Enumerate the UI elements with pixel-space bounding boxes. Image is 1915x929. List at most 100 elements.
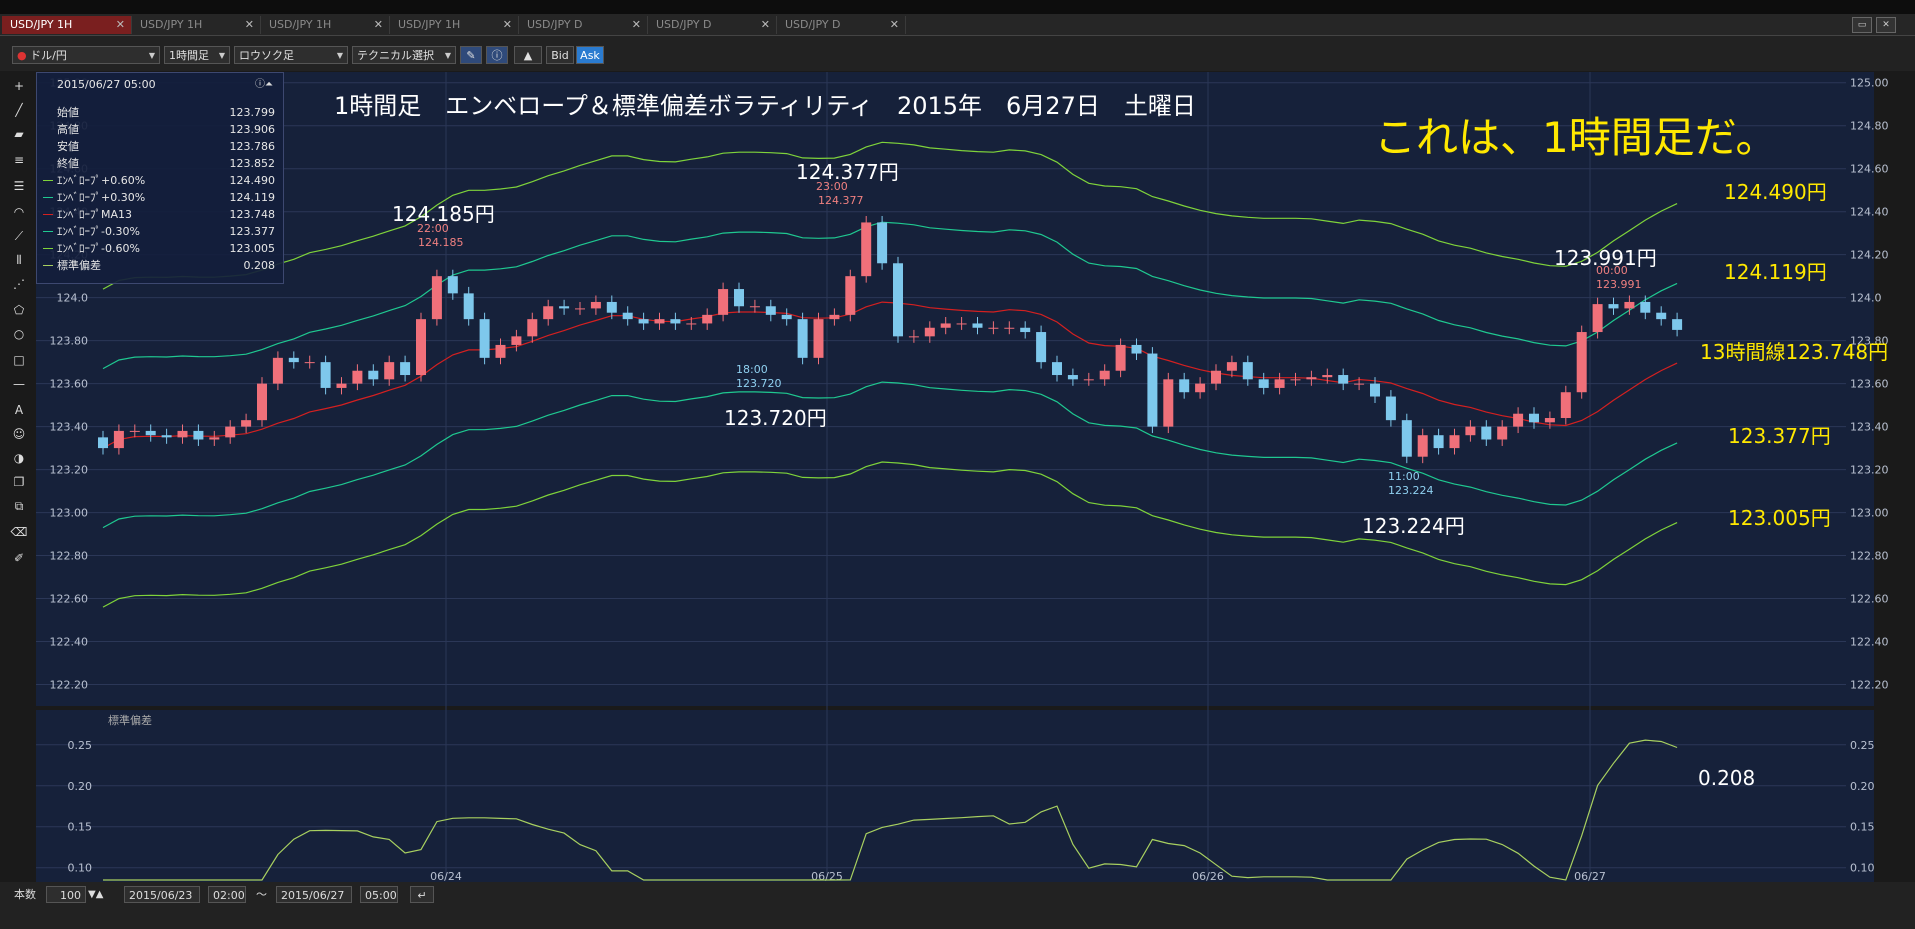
candle-body — [797, 319, 808, 358]
candle-body — [702, 314, 713, 324]
candle-body — [1004, 327, 1015, 329]
candle-body — [988, 327, 999, 329]
from-date-input[interactable]: 2015/06/23 — [124, 886, 200, 903]
candle-body — [1083, 379, 1094, 381]
y-tick-label-right: 124.40 — [1850, 206, 1889, 219]
info-value: 0.208 — [243, 259, 276, 272]
sub-y-tick-left: 0.20 — [68, 780, 93, 793]
reload-icon[interactable]: ↵ — [410, 886, 434, 903]
info-value: 123.799 — [229, 106, 276, 119]
env-upper2-label: 124.490円 — [1724, 180, 1827, 204]
info-row: ｴﾝﾍﾞﾛｰﾌﾟ-0.60% 123.005 — [37, 241, 283, 257]
candle-body — [1497, 426, 1508, 440]
candle-body — [225, 426, 236, 438]
candle-body — [1465, 426, 1476, 436]
y-tick-label-right: 123.20 — [1850, 464, 1889, 477]
candle-body — [431, 276, 442, 320]
legend-swatch — [43, 197, 53, 198]
count-input[interactable]: 100 — [46, 886, 86, 903]
y-tick-label-left: 122.40 — [50, 636, 89, 649]
candle-body — [813, 319, 824, 358]
candle-body — [622, 312, 633, 320]
ma13-label: 13時間線123.748円 — [1700, 340, 1889, 364]
candle-body — [1576, 332, 1587, 393]
candle-body — [670, 319, 681, 324]
y-tick-label-left: 123.40 — [50, 421, 89, 434]
candle-body — [575, 308, 585, 310]
info-label: 高値 — [57, 123, 79, 136]
y-tick-label-left: 122.20 — [50, 679, 89, 692]
y-tick-label-right: 125.00 — [1850, 77, 1889, 90]
sub-y-tick-left: 0.15 — [68, 821, 93, 834]
candle-body — [1401, 420, 1412, 457]
candle-body — [1163, 379, 1174, 427]
candle-body — [1020, 327, 1031, 333]
info-value: 123.377 — [229, 225, 276, 238]
candle-body — [1036, 332, 1047, 363]
info-datetime: 2015/06/27 05:00 — [57, 78, 156, 91]
candle-body — [1481, 426, 1492, 440]
info-value: 123.005 — [229, 242, 276, 255]
candle-body — [288, 357, 299, 363]
info-value: 124.490 — [229, 174, 276, 187]
candle-body — [177, 430, 188, 438]
candle-body — [447, 276, 458, 294]
candle-body — [590, 301, 601, 309]
candle-body — [400, 362, 411, 376]
candle-body — [1211, 370, 1221, 384]
y-tick-label-left: 123.60 — [50, 378, 89, 391]
low1-price-label: 123.720円 — [724, 406, 827, 430]
candle-body — [368, 370, 379, 380]
sub-pane-bg — [36, 710, 1874, 882]
candle-body — [1306, 377, 1317, 380]
low2-value-label: 123.224 — [1388, 484, 1434, 497]
y-tick-label-right: 123.60 — [1850, 378, 1889, 391]
y-tick-label-right: 124.60 — [1850, 163, 1889, 176]
subpane-title: 標準偏差 — [108, 714, 152, 727]
y-tick-label-left: 123.00 — [50, 507, 89, 520]
candle-body — [893, 263, 903, 337]
candle-body — [1385, 396, 1396, 421]
to-date-input[interactable]: 2015/06/27 — [276, 886, 352, 903]
candle-body — [972, 323, 983, 328]
y-tick-label-right: 124.20 — [1850, 249, 1889, 262]
candle-body — [1672, 319, 1683, 330]
candle-body — [734, 289, 744, 307]
candle-body — [1656, 312, 1667, 320]
candle-body — [1052, 362, 1062, 376]
candle-body — [1131, 344, 1142, 354]
count-label: 本数 — [14, 888, 36, 901]
candle-body — [1354, 383, 1365, 385]
candle-body — [495, 344, 506, 358]
candle-body — [1513, 413, 1524, 427]
info-row: ｴﾝﾍﾞﾛｰﾌﾟ+0.30% 124.119 — [37, 190, 283, 206]
candle-body — [1624, 301, 1635, 309]
candle-body — [1608, 304, 1619, 309]
y-tick-label-right: 122.60 — [1850, 593, 1889, 606]
info-label: ｴﾝﾍﾞﾛｰﾌﾟ-0.60% — [57, 242, 140, 255]
legend-swatch — [43, 265, 53, 266]
info-value: 123.786 — [229, 140, 276, 153]
candle-body — [98, 437, 108, 449]
info-row: 標準偏差 0.208 — [37, 258, 283, 274]
to-time-input[interactable]: 05:00 — [360, 886, 398, 903]
count-stepper-icon[interactable]: ▼▲ — [88, 886, 103, 903]
from-time-input[interactable]: 02:00 — [208, 886, 246, 903]
peak3-value-label: 123.991 — [1596, 278, 1642, 291]
info-row: 高値 123.906 — [37, 122, 283, 138]
candle-body — [543, 306, 554, 320]
low1-time-label: 18:00 — [736, 363, 768, 376]
candle-body — [845, 276, 856, 315]
info-collapse-icon[interactable]: ⓘ⏶ — [255, 77, 273, 93]
candle-body — [829, 314, 840, 320]
info-row: 安値 123.786 — [37, 139, 283, 155]
info-label: 始値 — [57, 106, 79, 119]
candle-body — [606, 301, 617, 313]
bottom-range-bar: 本数 100 ▼▲ 2015/06/23 02:00 ～ 2015/06/27 … — [0, 882, 1915, 929]
info-label: ｴﾝﾍﾞﾛｰﾌﾟ+0.30% — [57, 191, 146, 204]
info-row: ｴﾝﾍﾞﾛｰﾌﾟMA13 123.748 — [37, 207, 283, 223]
peak2-time-label: 23:00 — [816, 180, 848, 193]
candle-body — [145, 430, 156, 436]
y-tick-label-right: 123.00 — [1850, 507, 1889, 520]
env-upper1-label: 124.119円 — [1724, 260, 1827, 284]
